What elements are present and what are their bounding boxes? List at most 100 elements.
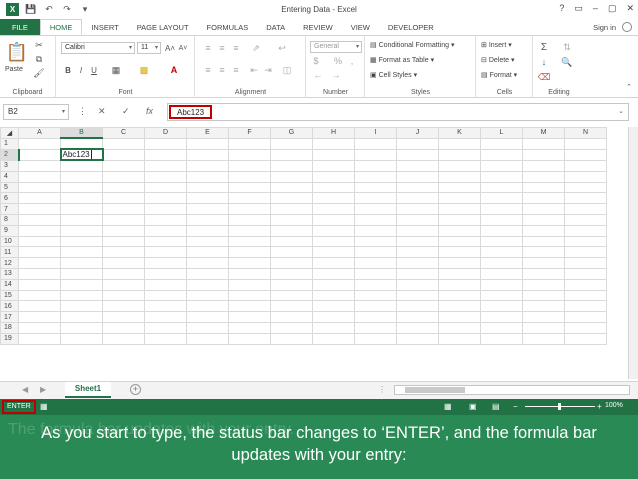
grid-cell[interactable] xyxy=(18,181,61,194)
shrink-font-button[interactable]: A˅ xyxy=(178,42,188,54)
grid-cell[interactable] xyxy=(144,246,187,259)
grid-cell[interactable] xyxy=(270,235,313,248)
grid-cell[interactable] xyxy=(480,289,523,302)
orientation-icon[interactable]: ⇗ xyxy=(250,42,262,54)
borders-icon[interactable]: ▦ xyxy=(109,64,123,76)
align-bottom-icon[interactable]: ≡ xyxy=(230,42,242,54)
format-painter-icon[interactable]: 🖌 xyxy=(33,68,44,78)
cancel-entry-button[interactable]: ✕ xyxy=(98,106,106,117)
paste-icon[interactable]: 📋 xyxy=(6,40,28,64)
grid-cell[interactable] xyxy=(354,159,397,172)
grid-cell[interactable] xyxy=(228,246,271,259)
grid-cell[interactable] xyxy=(354,203,397,215)
grid-cell[interactable] xyxy=(480,148,523,162)
grid-cell[interactable] xyxy=(312,148,355,162)
column-header[interactable]: K xyxy=(438,127,481,139)
grid-cell[interactable] xyxy=(438,332,481,345)
grid-cell[interactable] xyxy=(480,278,523,291)
tab-page-layout[interactable]: PAGE LAYOUT xyxy=(128,19,198,35)
grid-cell[interactable] xyxy=(270,224,313,237)
tab-developer[interactable]: DEVELOPER xyxy=(379,19,443,35)
page-break-view-icon[interactable]: ▤ xyxy=(492,402,500,411)
fill-color-icon[interactable]: ▩ xyxy=(137,64,151,76)
grid-cell[interactable] xyxy=(480,159,523,172)
autosum-icon[interactable]: Σ xyxy=(538,41,550,53)
select-all-corner[interactable]: ◢ xyxy=(0,127,19,139)
grid-cell[interactable] xyxy=(18,246,61,259)
grid-cell[interactable] xyxy=(144,213,187,226)
bold-button[interactable]: B xyxy=(63,64,73,76)
grid-cell[interactable] xyxy=(522,192,565,205)
tab-insert[interactable]: INSERT xyxy=(82,19,127,35)
grid-cell[interactable] xyxy=(564,311,607,323)
grid-cell[interactable] xyxy=(228,235,271,248)
excel-logo-icon[interactable]: X xyxy=(6,3,19,16)
grid-cell[interactable] xyxy=(522,267,565,280)
conditional-formatting-button[interactable]: ▤ Conditional Formatting ▾ xyxy=(370,41,454,49)
grid-cell[interactable] xyxy=(18,170,61,183)
zoom-slider-thumb[interactable] xyxy=(558,403,561,410)
grid-cell[interactable] xyxy=(18,137,61,150)
ribbon-display-button[interactable]: ▭ xyxy=(574,3,583,14)
row-header[interactable]: 12 xyxy=(0,257,19,269)
decrease-decimal-icon[interactable]: → xyxy=(329,70,343,80)
grid-cell[interactable] xyxy=(228,289,271,302)
grid-cell[interactable] xyxy=(270,181,313,194)
grid-cell[interactable] xyxy=(438,278,481,291)
increase-decimal-icon[interactable]: ← xyxy=(311,70,325,80)
grid-cell[interactable] xyxy=(312,203,355,215)
column-header[interactable]: D xyxy=(144,127,187,139)
column-header[interactable]: M xyxy=(522,127,565,139)
cut-icon[interactable]: ✂ xyxy=(34,40,44,50)
grid-cell[interactable] xyxy=(102,170,145,183)
grid-cell[interactable] xyxy=(564,235,607,248)
grid-cell[interactable] xyxy=(396,213,439,226)
grid-cell[interactable] xyxy=(144,321,187,334)
grid-cell[interactable] xyxy=(522,278,565,291)
help-button[interactable]: ? xyxy=(559,3,564,14)
grid-cell[interactable] xyxy=(480,300,523,313)
grid-cell[interactable] xyxy=(186,170,229,183)
grid-cell[interactable] xyxy=(438,267,481,280)
grid-cell[interactable] xyxy=(102,311,145,323)
grid-cell[interactable] xyxy=(60,278,103,291)
column-header[interactable]: N xyxy=(564,127,607,139)
row-header[interactable]: 11 xyxy=(0,246,19,259)
grid-cell[interactable] xyxy=(522,332,565,345)
grid-cell[interactable] xyxy=(396,137,439,150)
formula-input[interactable]: Abc123 ⌄ xyxy=(167,103,629,121)
grid-cell[interactable] xyxy=(144,289,187,302)
grid-cell[interactable] xyxy=(396,332,439,345)
grid-cell[interactable] xyxy=(480,192,523,205)
grid-cell[interactable] xyxy=(396,148,439,162)
grid-cell[interactable] xyxy=(522,224,565,237)
save-icon[interactable]: 💾 xyxy=(25,4,37,16)
grid-cell[interactable] xyxy=(522,246,565,259)
grid-cell[interactable] xyxy=(60,159,103,172)
grid-cell[interactable] xyxy=(438,170,481,183)
grid-cell[interactable] xyxy=(60,213,103,226)
scroll-sheets-left-icon[interactable]: ◀ xyxy=(22,385,28,394)
grid-cell[interactable] xyxy=(186,267,229,280)
vertical-scrollbar[interactable] xyxy=(628,127,638,379)
grid-cell[interactable] xyxy=(270,246,313,259)
sign-in-link[interactable]: Sign in xyxy=(593,23,616,32)
zoom-out-button[interactable]: − xyxy=(513,402,518,411)
grid-cell[interactable] xyxy=(144,278,187,291)
cell-styles-button[interactable]: ▣ Cell Styles ▾ xyxy=(370,71,417,79)
font-color-icon[interactable]: A xyxy=(167,64,181,76)
grid-cell[interactable] xyxy=(144,159,187,172)
font-name-select[interactable]: Calibri ▾ xyxy=(61,42,135,54)
grid-cell[interactable] xyxy=(186,224,229,237)
grid-cell[interactable] xyxy=(522,321,565,334)
grid-cell[interactable] xyxy=(228,213,271,226)
grid-cell[interactable] xyxy=(564,137,607,150)
page-layout-view-icon[interactable]: ▣ xyxy=(469,402,477,411)
grid-cell[interactable] xyxy=(270,332,313,345)
grid-cell[interactable] xyxy=(102,289,145,302)
grid-cell[interactable] xyxy=(144,257,187,269)
grid-cell[interactable] xyxy=(396,235,439,248)
grid-cell[interactable] xyxy=(186,159,229,172)
grid-cell[interactable] xyxy=(480,137,523,150)
grid-cell[interactable] xyxy=(18,311,61,323)
